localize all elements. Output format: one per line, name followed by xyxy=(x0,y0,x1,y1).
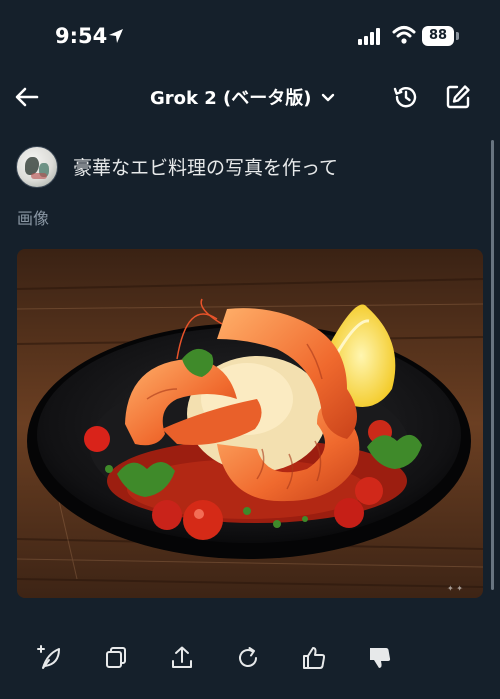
thumbs-up-button[interactable] xyxy=(298,642,330,674)
svg-text:✦ ✦: ✦ ✦ xyxy=(447,584,463,593)
location-arrow-icon xyxy=(107,27,125,45)
user-avatar[interactable] xyxy=(16,146,58,188)
user-prompt: 豪華なエビ料理の写真を作って xyxy=(73,157,339,179)
model-selector[interactable]: Grok 2 (ベータ版) xyxy=(150,82,336,112)
chevron-down-icon xyxy=(321,93,334,102)
history-button[interactable] xyxy=(390,81,422,113)
history-icon xyxy=(393,87,417,108)
thumbs-up-icon xyxy=(303,647,326,669)
refresh-button[interactable] xyxy=(232,642,264,674)
cellular-signal-icon xyxy=(358,28,384,45)
new-chat-button[interactable] xyxy=(442,81,474,113)
status-time: 9:54 xyxy=(55,24,108,48)
new-chat-icon xyxy=(446,85,470,109)
copy-icon xyxy=(106,647,126,668)
scrollbar[interactable] xyxy=(491,140,494,590)
regenerate-sparkle-button[interactable] xyxy=(33,642,65,674)
share-button[interactable] xyxy=(166,642,198,674)
model-name: Grok 2 (ベータ版) xyxy=(150,88,312,109)
back-arrow-icon xyxy=(15,87,39,107)
response-actions xyxy=(0,638,500,678)
battery-level: 88 xyxy=(422,26,454,46)
thumbs-down-button[interactable] xyxy=(364,642,396,674)
status-bar: 9:54 88 xyxy=(0,0,500,70)
refresh-icon xyxy=(239,647,257,667)
thumbs-down-icon xyxy=(370,648,391,668)
back-button[interactable] xyxy=(12,82,42,112)
share-icon xyxy=(172,646,192,668)
battery-icon: 88 xyxy=(422,26,460,46)
generated-image[interactable]: ✦ ✦ xyxy=(17,249,483,598)
copy-button[interactable] xyxy=(100,642,132,674)
regenerate-sparkle-icon xyxy=(37,645,60,669)
wifi-icon xyxy=(392,25,416,45)
response-type-label: 画像 xyxy=(17,209,50,228)
chat-header: Grok 2 (ベータ版) xyxy=(0,70,500,126)
